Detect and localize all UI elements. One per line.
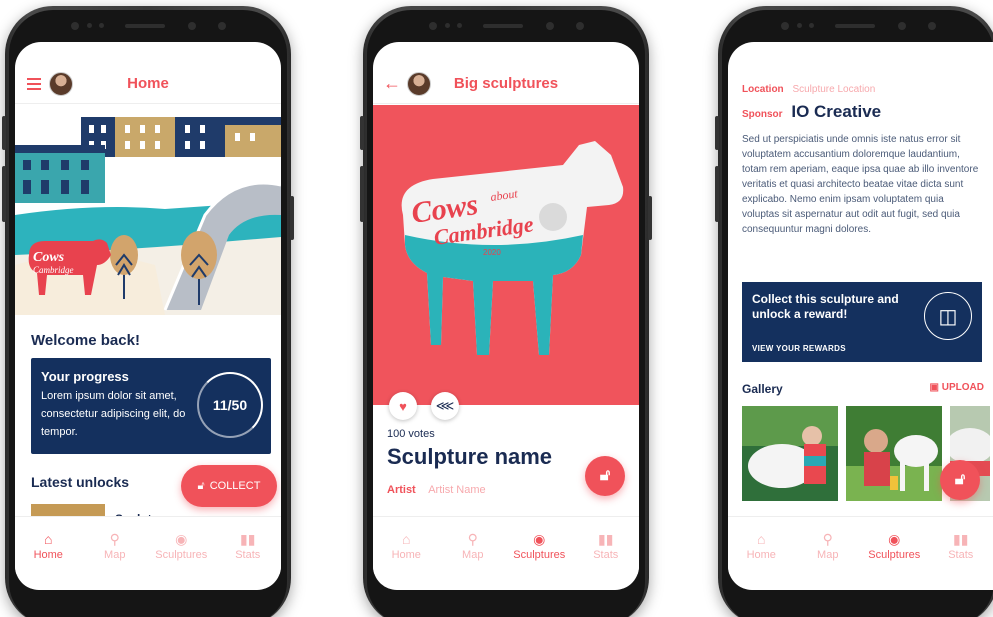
- artist-label: Artist: [387, 484, 416, 496]
- reward-card[interactable]: Collect this sculpture and unlock a rewa…: [742, 282, 982, 362]
- progress-ring: 11/50: [197, 372, 263, 438]
- stats-icon: ▮▮: [953, 530, 969, 547]
- home-icon: ⌂: [757, 530, 766, 547]
- view-rewards-link[interactable]: VIEW YOUR REWARDS: [752, 344, 846, 353]
- artist-row: Artist Artist Name: [387, 484, 486, 496]
- svg-text:Cambridge: Cambridge: [33, 265, 74, 275]
- share-button[interactable]: ⋘: [431, 392, 459, 420]
- collect-fab[interactable]: 🔓︎: [585, 456, 625, 496]
- gallery-photo[interactable]: [742, 406, 838, 501]
- bottom-nav: ⌂ Home ⚲ Map ◉ Sculptures ▮▮ Stats: [373, 516, 639, 574]
- lock-icon: 🔓︎: [197, 479, 205, 492]
- app-header: ← Big sculptures: [373, 64, 639, 104]
- home-illustration: Cows Cambridge: [15, 105, 281, 315]
- like-button[interactable]: ♥: [389, 392, 417, 420]
- showcase-stage: Home Cows Cambridge Welcome back! Your p…: [0, 0, 993, 617]
- upload-button[interactable]: ▣ UPLOAD: [930, 382, 984, 393]
- gift-icon: ◫: [924, 292, 972, 340]
- svg-text:2020: 2020: [483, 248, 501, 257]
- collect-fab[interactable]: 🔓︎: [940, 460, 980, 500]
- progress-text: Lorem ipsum dolor sit amet, consectetur …: [41, 390, 186, 438]
- cow-icon: ◉: [533, 530, 546, 547]
- phone-home: Home Cows Cambridge Welcome back! Your p…: [2, 6, 294, 617]
- phone-sculpture: ← Big sculptures Cows about Cambridge 20…: [360, 6, 652, 617]
- lock-icon: 🔓︎: [599, 467, 611, 484]
- heart-icon: ♥: [399, 398, 407, 414]
- nav-sculptures[interactable]: ◉ Sculptures: [861, 517, 928, 574]
- home-icon: ⌂: [44, 530, 53, 547]
- nav-stats[interactable]: ▮▮ Stats: [928, 517, 993, 574]
- location-value[interactable]: Sculpture Location: [792, 84, 875, 95]
- nav-sculptures[interactable]: ◉ Sculptures: [148, 517, 215, 574]
- nav-home[interactable]: ⌂ Home: [728, 517, 795, 574]
- sponsor-row: Sponsor IO Creative: [742, 102, 881, 122]
- collect-label: COLLECT: [209, 480, 261, 492]
- sculpture-name: Sculpture name: [387, 444, 553, 469]
- location-label: Location: [742, 84, 784, 95]
- reward-title: Collect this sculpture and unlock a rewa…: [752, 292, 899, 321]
- cow-icon: ◉: [888, 530, 901, 547]
- sculpture-description: Sed ut perspiciatis unde omnis iste natu…: [742, 134, 979, 235]
- nav-map[interactable]: ⚲ Map: [795, 517, 862, 574]
- map-pin-icon: ⚲: [822, 530, 833, 547]
- progress-card[interactable]: Your progress Lorem ipsum dolor sit amet…: [31, 358, 271, 454]
- location-row: Location Sculpture Location: [742, 84, 875, 95]
- nav-stats[interactable]: ▮▮ Stats: [215, 517, 282, 574]
- phone-speaker: [53, 20, 243, 32]
- page-title: Big sculptures: [453, 75, 559, 92]
- stats-icon: ▮▮: [598, 530, 614, 547]
- nav-home[interactable]: ⌂ Home: [15, 517, 82, 574]
- gallery-photo[interactable]: [846, 406, 942, 501]
- nav-stats[interactable]: ▮▮ Stats: [573, 517, 640, 574]
- camera-icon: ▣: [929, 382, 942, 393]
- nav-sculptures[interactable]: ◉ Sculptures: [506, 517, 573, 574]
- cow-brand-text: Cows: [33, 250, 65, 265]
- sponsor-logo[interactable]: IO Creative: [791, 102, 881, 121]
- bottom-nav: ⌂ Home ⚲ Map ◉ Sculptures ▮▮ Stats: [728, 516, 993, 574]
- latest-unlocks-heading: Latest unlocks: [31, 474, 130, 490]
- app-header: Home: [15, 64, 281, 104]
- sculpture-photo: Cows about Cambridge 2020: [373, 105, 639, 405]
- stats-icon: ▮▮: [240, 530, 256, 547]
- map-pin-icon: ⚲: [109, 530, 120, 547]
- artist-value[interactable]: Artist Name: [428, 484, 485, 496]
- share-icon: ⋘: [435, 398, 455, 413]
- nav-map[interactable]: ⚲ Map: [440, 517, 507, 574]
- welcome-heading: Welcome back!: [31, 332, 140, 349]
- phone-speaker: [763, 20, 953, 32]
- phone-sculpture-details: Location Sculpture Location Sponsor IO C…: [715, 6, 993, 617]
- sponsor-label: Sponsor: [742, 109, 783, 120]
- nav-map[interactable]: ⚲ Map: [82, 517, 149, 574]
- vote-count: 100 votes: [387, 428, 435, 440]
- cow-icon: ◉: [175, 530, 188, 547]
- screen-home: Home Cows Cambridge Welcome back! Your p…: [15, 42, 281, 590]
- home-icon: ⌂: [402, 530, 411, 547]
- collect-button[interactable]: 🔓︎ COLLECT: [181, 465, 277, 507]
- bottom-nav: ⌂ Home ⚲ Map ◉ Sculptures ▮▮ Stats: [15, 516, 281, 574]
- screen-details: Location Sculpture Location Sponsor IO C…: [728, 42, 993, 590]
- phone-speaker: [411, 20, 601, 32]
- gallery-heading: Gallery: [742, 382, 783, 396]
- map-pin-icon: ⚲: [467, 530, 478, 547]
- page-title: Home: [127, 75, 169, 92]
- nav-home[interactable]: ⌂ Home: [373, 517, 440, 574]
- progress-count: 11/50: [212, 397, 248, 413]
- lock-icon: 🔓︎: [954, 471, 966, 488]
- screen-sculpture: ← Big sculptures Cows about Cambridge 20…: [373, 42, 639, 590]
